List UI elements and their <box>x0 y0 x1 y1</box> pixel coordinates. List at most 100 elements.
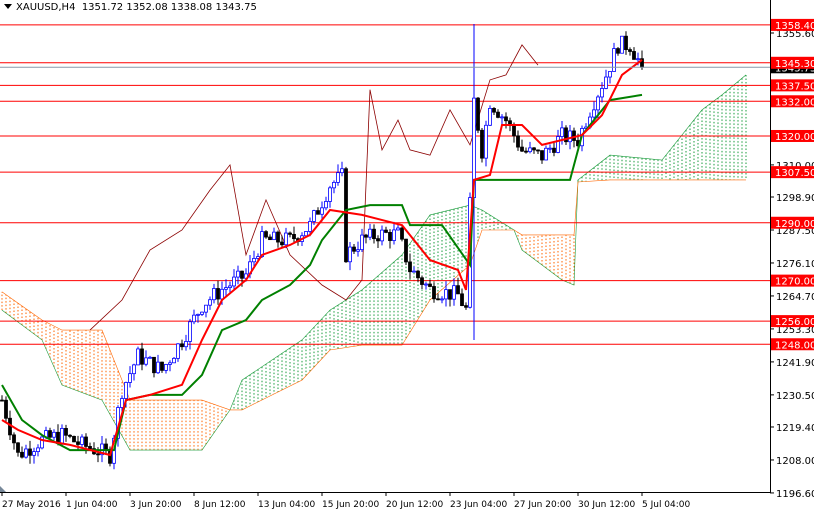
candle-body <box>424 283 428 286</box>
candle-body <box>548 147 552 150</box>
level-label: 1290.00 <box>775 219 814 230</box>
candle-body <box>152 356 156 374</box>
candle-body <box>484 124 488 159</box>
candle-body <box>372 228 376 240</box>
candle-body <box>388 232 392 241</box>
candle-body <box>80 436 84 445</box>
candle-body <box>452 285 456 300</box>
time-tick-label: 13 Jun 04:00 <box>258 500 315 510</box>
time-tick-label: 30 Jun 12:00 <box>578 500 635 510</box>
candle-body <box>500 116 504 119</box>
level-label: 1345.30 <box>775 59 814 70</box>
candle-body <box>560 127 564 137</box>
candle-body <box>16 442 20 453</box>
candle-body <box>632 51 636 60</box>
senkou-span-a-line <box>1 74 747 451</box>
candle-body <box>616 48 620 54</box>
candle-body <box>368 228 372 238</box>
candle-body <box>140 348 144 365</box>
candle-body <box>380 229 384 242</box>
candle-body <box>228 285 232 289</box>
candle-body <box>180 343 184 348</box>
candle-body <box>544 147 548 161</box>
price-tick-label: 1276.10 <box>776 259 814 270</box>
candle-body <box>324 201 328 209</box>
candle-body <box>348 246 352 263</box>
time-tick-label: 27 Jun 20:00 <box>514 500 571 510</box>
level-label: 1307.50 <box>775 168 814 179</box>
candle-body <box>132 364 136 375</box>
candle-body <box>216 288 220 300</box>
candle-body <box>396 227 400 231</box>
candle-body <box>268 236 272 241</box>
candle-body <box>364 234 368 238</box>
candle-body <box>148 356 152 359</box>
candle-body <box>568 130 572 143</box>
high-value: 1352.08 <box>126 2 168 13</box>
candle-body <box>356 249 360 252</box>
candle-body <box>236 270 240 278</box>
candle-body <box>332 181 336 189</box>
price-tick-label: 1264.70 <box>776 292 814 303</box>
candle-body <box>608 71 612 78</box>
price-chart[interactable]: 1355.601310.001298.901287.501276.101264.… <box>0 0 814 514</box>
candle-body <box>352 246 356 252</box>
candle-body <box>488 107 492 126</box>
level-label: 1248.00 <box>775 340 814 351</box>
candle-body <box>316 210 320 215</box>
candle-body <box>304 231 308 237</box>
time-tick-label: 1 Jun 04:00 <box>66 500 118 510</box>
candle-body <box>528 147 532 153</box>
candle-body <box>208 299 212 306</box>
candle-body <box>188 321 192 342</box>
candle-body <box>288 232 292 235</box>
level-label: 1270.00 <box>775 277 814 288</box>
candle-body <box>436 298 440 301</box>
low-value: 1338.08 <box>170 2 213 13</box>
candle-body <box>52 431 56 438</box>
candle-body <box>460 293 464 307</box>
candle-body <box>212 288 216 301</box>
candle-body <box>384 229 388 233</box>
candle-body <box>416 270 420 279</box>
candle-body <box>552 147 556 153</box>
time-tick-label: 20 Jun 12:00 <box>386 500 443 510</box>
candle-body <box>628 49 632 52</box>
candle-body <box>164 364 168 371</box>
candle-body <box>12 434 16 444</box>
level-label: 1358.40 <box>775 21 814 32</box>
candle-body <box>160 361 164 371</box>
price-axis-bg <box>770 0 814 514</box>
candle-body <box>184 341 188 348</box>
candle-body <box>392 229 396 241</box>
candle-body <box>240 270 244 279</box>
candle-body <box>592 109 596 118</box>
candle-body <box>336 172 340 183</box>
level-label: 1337.50 <box>775 81 814 92</box>
candle-body <box>32 451 36 456</box>
candle-body <box>200 311 204 315</box>
candle-body <box>464 305 468 308</box>
candle-body <box>48 430 52 438</box>
open-value: 1351.72 <box>81 2 124 13</box>
candle-body <box>516 135 520 148</box>
candle-body <box>432 286 436 300</box>
candle-body <box>76 441 80 445</box>
candle-body <box>260 231 264 257</box>
candle-body <box>192 314 196 323</box>
candle-body <box>496 111 500 118</box>
candle-body <box>404 238 408 263</box>
candle-body <box>612 48 616 72</box>
candle-body <box>428 283 432 287</box>
candle-body <box>28 448 32 456</box>
dropdown-triangle-icon[interactable] <box>4 4 12 9</box>
candle-body <box>220 288 224 300</box>
candle-body <box>224 287 228 290</box>
candle-body <box>620 35 624 54</box>
candle-body <box>572 130 576 141</box>
candle-body <box>20 451 24 458</box>
candle-body <box>540 150 544 161</box>
candle-body <box>176 343 180 359</box>
candle-body <box>104 443 108 450</box>
time-tick-label: 5 Jul 04:00 <box>642 500 691 510</box>
